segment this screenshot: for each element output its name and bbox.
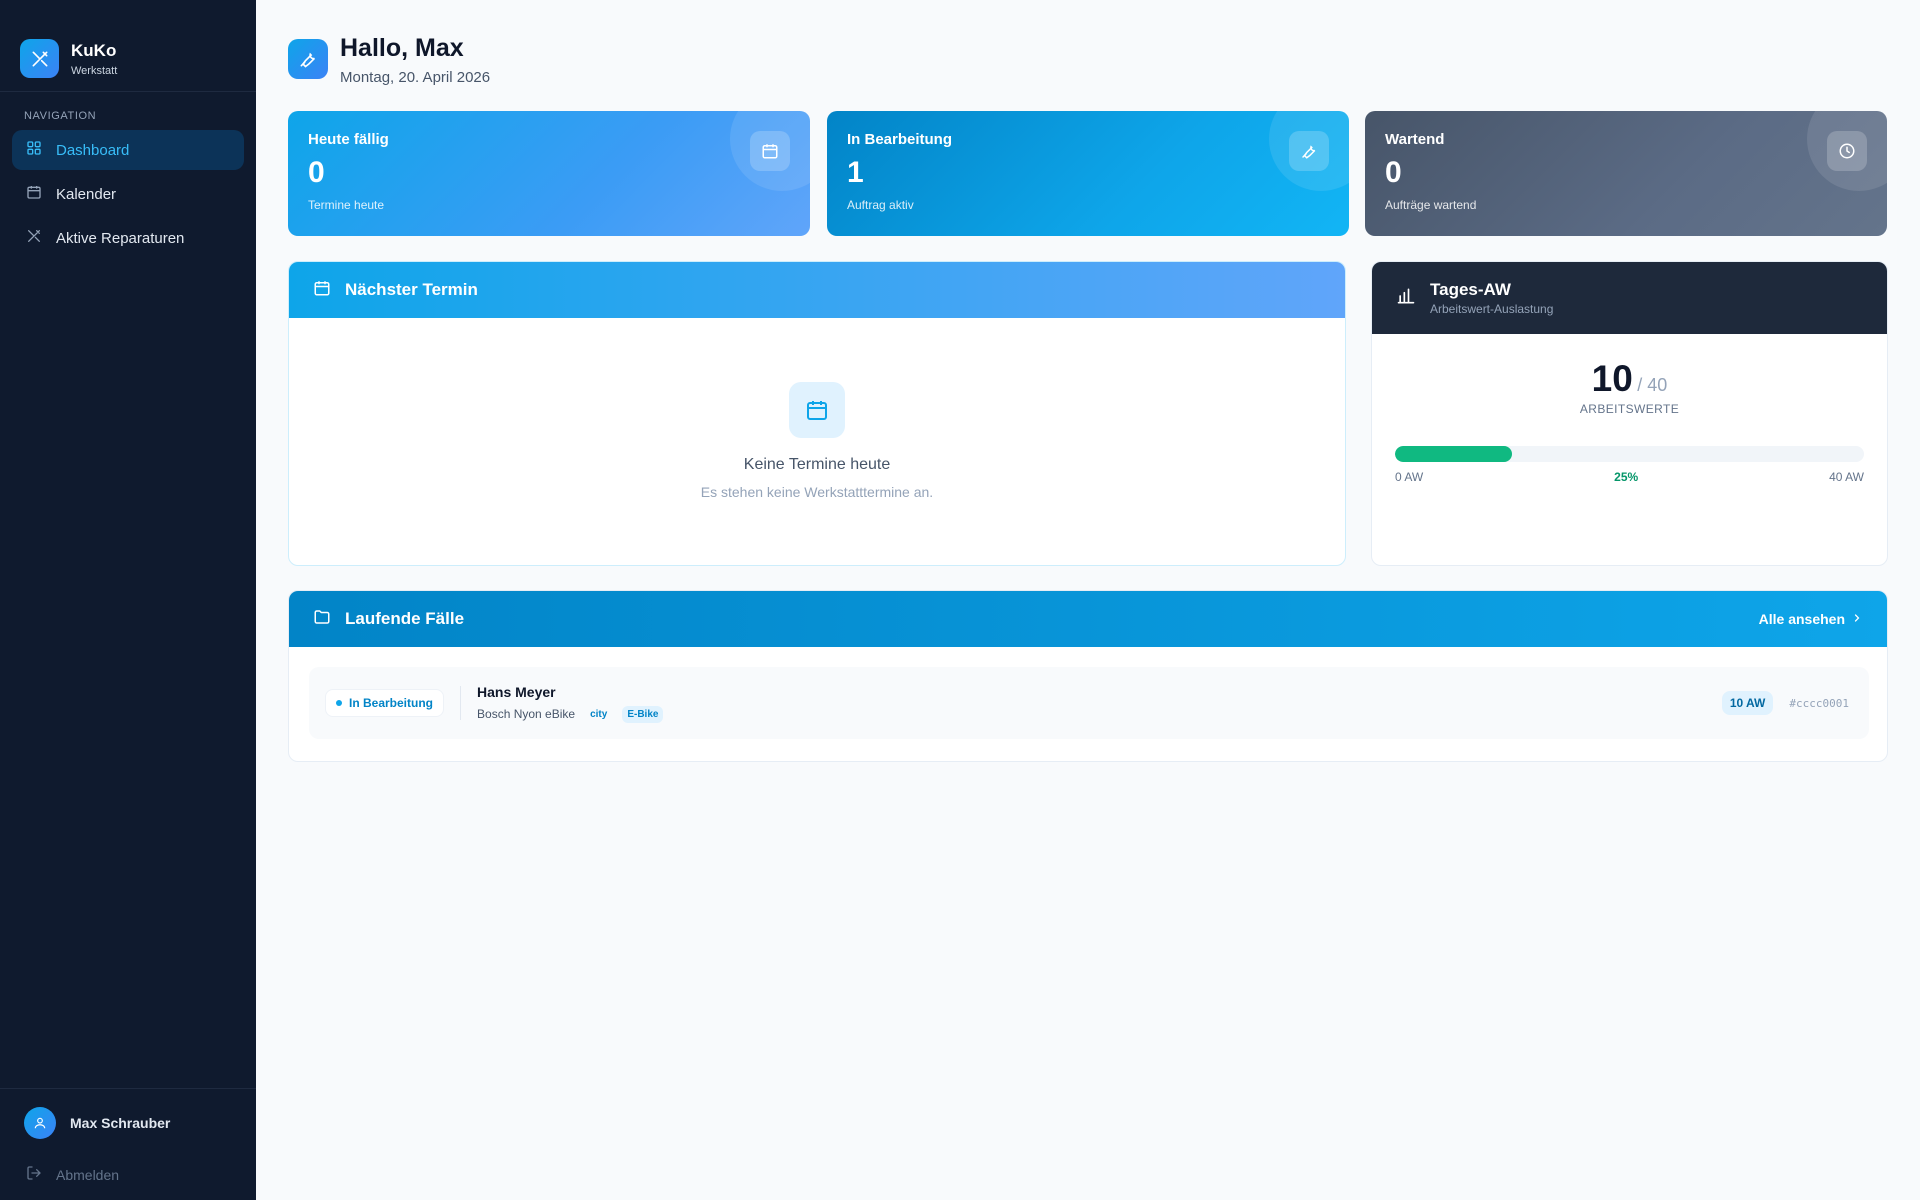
aw-progress-fill [1395, 446, 1513, 462]
calendar-icon [26, 184, 42, 204]
status-label: In Bearbeitung [349, 696, 434, 710]
sidebar-item-kalender[interactable]: Kalender [12, 174, 244, 214]
next-appointment-header: Nächster Termin [289, 262, 1345, 318]
running-cases-card: Laufende Fälle Alle ansehen In Bearbeitu… [288, 590, 1888, 762]
see-all-label: Alle ansehen [1758, 611, 1845, 627]
aw-unit: ARBEITSWERTE [1579, 402, 1680, 416]
aw-capacity: / 40 [1637, 375, 1668, 395]
logout-button[interactable]: Abmelden [24, 1165, 232, 1184]
stat-card-wartend[interactable]: Wartend 0 Aufträge wartend [1365, 111, 1887, 236]
sidebar-item-aktive-reparaturen[interactable]: Aktive Reparaturen [12, 218, 244, 258]
tools-icon [20, 39, 59, 78]
empty-state: Keine Termine heute Es stehen keine Werk… [289, 318, 1345, 500]
page-title: Hallo, Max [340, 34, 464, 62]
card-title: Nächster Termin [345, 280, 478, 299]
sidebar-footer: Max Schrauber Abmelden [0, 1088, 256, 1200]
chevron-right-icon [1851, 611, 1863, 627]
stat-card-heute-faellig[interactable]: Heute fällig 0 Termine heute [288, 111, 810, 236]
card-subtitle: Arbeitswert-Auslastung [1430, 302, 1554, 316]
sidebar-item-dashboard[interactable]: Dashboard [12, 130, 244, 170]
wrench-icon [1289, 131, 1329, 171]
calendar-icon [789, 382, 845, 438]
main-content: Hallo, Max Montag, 20. April 2026 Heute … [256, 0, 1920, 1200]
calendar-icon [313, 279, 331, 302]
daily-aw-card: Tages-AW Arbeitswert-Auslastung 10 / 40 … [1371, 261, 1888, 566]
brand[interactable]: KuKo Werkstatt [0, 0, 256, 92]
stat-value: 1 [847, 156, 864, 189]
avatar [24, 1107, 56, 1139]
sidebar-item-label: Dashboard [56, 141, 130, 159]
wrench-icon [288, 39, 328, 79]
aw-progress-labels: 0 AW 25% 40 AW [1395, 470, 1864, 484]
customer-name: Hans Meyer [477, 683, 556, 700]
case-meta: Bosch Nyon eBike city E-Bike [477, 705, 664, 723]
grid-icon [26, 140, 42, 160]
sidebar: KuKo Werkstatt NAVIGATION Dashboard Kale… [0, 0, 256, 1200]
daily-aw-header: Tages-AW Arbeitswert-Auslastung [1372, 262, 1887, 334]
clock-icon [1827, 131, 1867, 171]
stat-value: 0 [1385, 156, 1402, 189]
stat-label: Heute fällig [308, 131, 389, 148]
case-id: #cccc0001 [1789, 696, 1849, 710]
tag-city: city [590, 708, 608, 720]
user-name: Max Schrauber [70, 1115, 171, 1131]
see-all-link[interactable]: Alle ansehen [1759, 611, 1863, 627]
stat-caption: Auftrag aktiv [847, 198, 914, 212]
aw-badge: 10 AW [1721, 691, 1774, 715]
stat-caption: Termine heute [308, 198, 385, 212]
stat-caption: Aufträge wartend [1385, 198, 1477, 212]
app-name: KuKo [71, 40, 117, 60]
sidebar-item-label: Kalender [56, 185, 117, 203]
stat-card-in-bearbeitung[interactable]: In Bearbeitung 1 Auftrag aktiv [827, 111, 1349, 236]
nav-heading: NAVIGATION [24, 110, 97, 122]
folder-icon [313, 608, 331, 631]
empty-subtitle: Es stehen keine Werkstatttermine an. [700, 484, 934, 500]
aw-percent-label: 25% [1614, 470, 1639, 484]
status-dot [336, 700, 342, 706]
case-row[interactable]: In Bearbeitung Hans Meyer Bosch Nyon eBi… [309, 667, 1869, 739]
aw-value: 10 [1591, 358, 1633, 399]
aw-max-label: 40 AW [1829, 470, 1864, 484]
status-badge: In Bearbeitung [325, 689, 445, 717]
bar-chart-icon [1396, 286, 1416, 311]
stat-label: Wartend [1385, 131, 1445, 148]
stat-value: 0 [308, 156, 325, 189]
calendar-icon [750, 131, 790, 171]
bike-model: Bosch Nyon eBike [477, 707, 576, 721]
running-cases-header: Laufende Fälle Alle ansehen [289, 591, 1887, 647]
card-title: Laufende Fälle [345, 609, 465, 628]
stat-label: In Bearbeitung [847, 131, 953, 148]
logout-icon [26, 1165, 42, 1184]
card-title: Tages-AW [1430, 280, 1511, 299]
aw-progress-bar [1395, 446, 1864, 462]
divider [460, 686, 462, 720]
next-appointment-card: Nächster Termin Keine Termine heute Es s… [288, 261, 1346, 566]
aw-min-label: 0 AW [1395, 470, 1424, 484]
aw-total: 10 / 40 [1372, 358, 1887, 400]
sidebar-item-label: Aktive Reparaturen [56, 229, 185, 247]
greeting-header: Hallo, Max Montag, 20. April 2026 [288, 34, 490, 86]
user-profile[interactable]: Max Schrauber [24, 1107, 232, 1139]
tools-icon [26, 228, 42, 248]
tag-ebike: E-Bike [622, 705, 664, 723]
logout-label: Abmelden [56, 1166, 120, 1183]
current-date: Montag, 20. April 2026 [340, 69, 491, 86]
app-subtitle: Werkstatt [71, 64, 118, 77]
empty-title: Keine Termine heute [743, 456, 891, 473]
